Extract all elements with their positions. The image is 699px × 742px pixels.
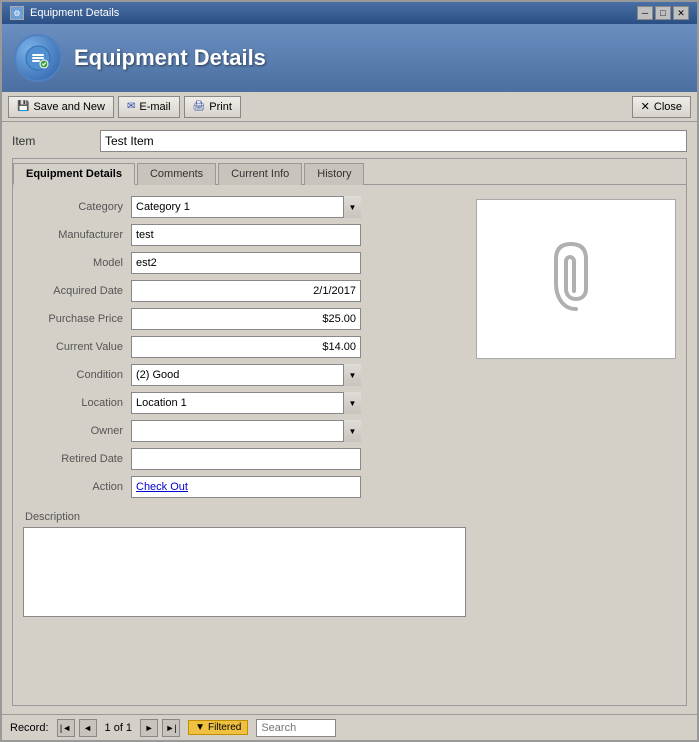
title-bar: ⚙ Equipment Details ─ □ ✕ [2, 2, 697, 24]
close-icon: ✕ [641, 100, 650, 113]
tab-current-info[interactable]: Current Info [218, 163, 302, 185]
action-row: Action Check Out [23, 475, 466, 499]
title-bar-left: ⚙ Equipment Details [10, 6, 119, 20]
status-bar: Record: |◄ ◄ 1 of 1 ► ►| ▼ Filtered [2, 714, 697, 740]
tab-comments[interactable]: Comments [137, 163, 216, 185]
condition-label: Condition [23, 369, 123, 381]
tab-bar: Equipment Details Comments Current Info … [13, 159, 686, 185]
purchase-price-row: Purchase Price [23, 307, 466, 331]
manufacturer-row: Manufacturer [23, 223, 466, 247]
category-row: Category Category 1 Category 2 ▼ [23, 195, 466, 219]
header-icon [14, 34, 62, 82]
acquired-date-input[interactable] [131, 280, 361, 302]
description-textarea[interactable] [23, 527, 466, 617]
model-input[interactable] [131, 252, 361, 274]
location-row: Location Location 1 Location 2 ▼ [23, 391, 466, 415]
print-icon: 🖨 [193, 101, 206, 112]
filter-icon: ▼ [195, 722, 205, 733]
form-section: Category Category 1 Category 2 ▼ Manufac… [23, 195, 466, 695]
email-button[interactable]: ✉ E-mail [118, 96, 180, 118]
tab-content: Category Category 1 Category 2 ▼ Manufac… [13, 185, 686, 705]
description-label: Description [25, 511, 466, 523]
record-label: Record: [10, 722, 49, 734]
purchase-price-input[interactable] [131, 308, 361, 330]
action-input-container: Check Out [131, 476, 361, 498]
owner-select-wrapper: ▼ [131, 420, 361, 442]
condition-row: Condition (1) Excellent (2) Good (3) Fai… [23, 363, 466, 387]
owner-label: Owner [23, 425, 123, 437]
category-label: Category [23, 201, 123, 213]
retired-date-label: Retired Date [23, 453, 123, 465]
description-section: Description [23, 511, 466, 617]
first-record-button[interactable]: |◄ [57, 719, 75, 737]
action-link[interactable]: Check Out [136, 481, 188, 493]
search-input[interactable] [256, 719, 336, 737]
save-and-new-button[interactable]: 💾 Save and New [8, 96, 114, 118]
prev-record-button[interactable]: ◄ [79, 719, 97, 737]
manufacturer-label: Manufacturer [23, 229, 123, 241]
tab-history[interactable]: History [304, 163, 364, 185]
record-nav: |◄ ◄ 1 of 1 ► ►| [57, 719, 181, 737]
owner-row: Owner ▼ [23, 419, 466, 443]
tab-container: Equipment Details Comments Current Info … [12, 158, 687, 706]
current-record-text: 1 of 1 [105, 722, 133, 734]
retired-date-input[interactable] [131, 448, 361, 470]
item-input[interactable] [100, 130, 687, 152]
title-bar-controls: ─ □ ✕ [637, 6, 689, 20]
window-title: Equipment Details [30, 7, 119, 19]
filtered-badge: ▼ Filtered [188, 720, 248, 735]
acquired-date-label: Acquired Date [23, 285, 123, 297]
save-icon: 💾 [17, 101, 29, 112]
item-row: Item [12, 130, 687, 152]
header-title: Equipment Details [74, 45, 266, 71]
category-select[interactable]: Category 1 Category 2 [131, 196, 361, 218]
condition-select-wrapper: (1) Excellent (2) Good (3) Fair (4) Poor… [131, 364, 361, 386]
main-window: ⚙ Equipment Details ─ □ ✕ Equipment Deta… [0, 0, 699, 742]
window-icon: ⚙ [10, 6, 24, 20]
model-label: Model [23, 257, 123, 269]
filtered-label: Filtered [208, 722, 241, 733]
last-record-button[interactable]: ►| [162, 719, 180, 737]
current-value-input[interactable] [131, 336, 361, 358]
header-bar: Equipment Details [2, 24, 697, 92]
location-label: Location [23, 397, 123, 409]
acquired-date-row: Acquired Date [23, 279, 466, 303]
close-title-button[interactable]: ✕ [673, 6, 689, 20]
image-placeholder[interactable] [476, 199, 676, 359]
purchase-price-label: Purchase Price [23, 313, 123, 325]
toolbar: 💾 Save and New ✉ E-mail 🖨 Print ✕ Close [2, 92, 697, 122]
next-record-button[interactable]: ► [140, 719, 158, 737]
category-select-wrapper: Category 1 Category 2 ▼ [131, 196, 361, 218]
print-button[interactable]: 🖨 Print [184, 96, 241, 118]
email-icon: ✉ [127, 101, 135, 112]
current-value-label: Current Value [23, 341, 123, 353]
retired-date-row: Retired Date [23, 447, 466, 471]
owner-select[interactable] [131, 420, 361, 442]
item-label: Item [12, 134, 92, 148]
restore-button[interactable]: □ [655, 6, 671, 20]
location-select-wrapper: Location 1 Location 2 ▼ [131, 392, 361, 414]
close-button[interactable]: ✕ Close [632, 96, 691, 118]
location-select[interactable]: Location 1 Location 2 [131, 392, 361, 414]
current-value-row: Current Value [23, 335, 466, 359]
paperclip-icon [551, 239, 601, 319]
tab-equipment-details[interactable]: Equipment Details [13, 163, 135, 185]
condition-select[interactable]: (1) Excellent (2) Good (3) Fair (4) Poor [131, 364, 361, 386]
manufacturer-input[interactable] [131, 224, 361, 246]
minimize-button[interactable]: ─ [637, 6, 653, 20]
model-row: Model [23, 251, 466, 275]
content-area: Item Equipment Details Comments Current … [2, 122, 697, 714]
action-label: Action [23, 481, 123, 493]
